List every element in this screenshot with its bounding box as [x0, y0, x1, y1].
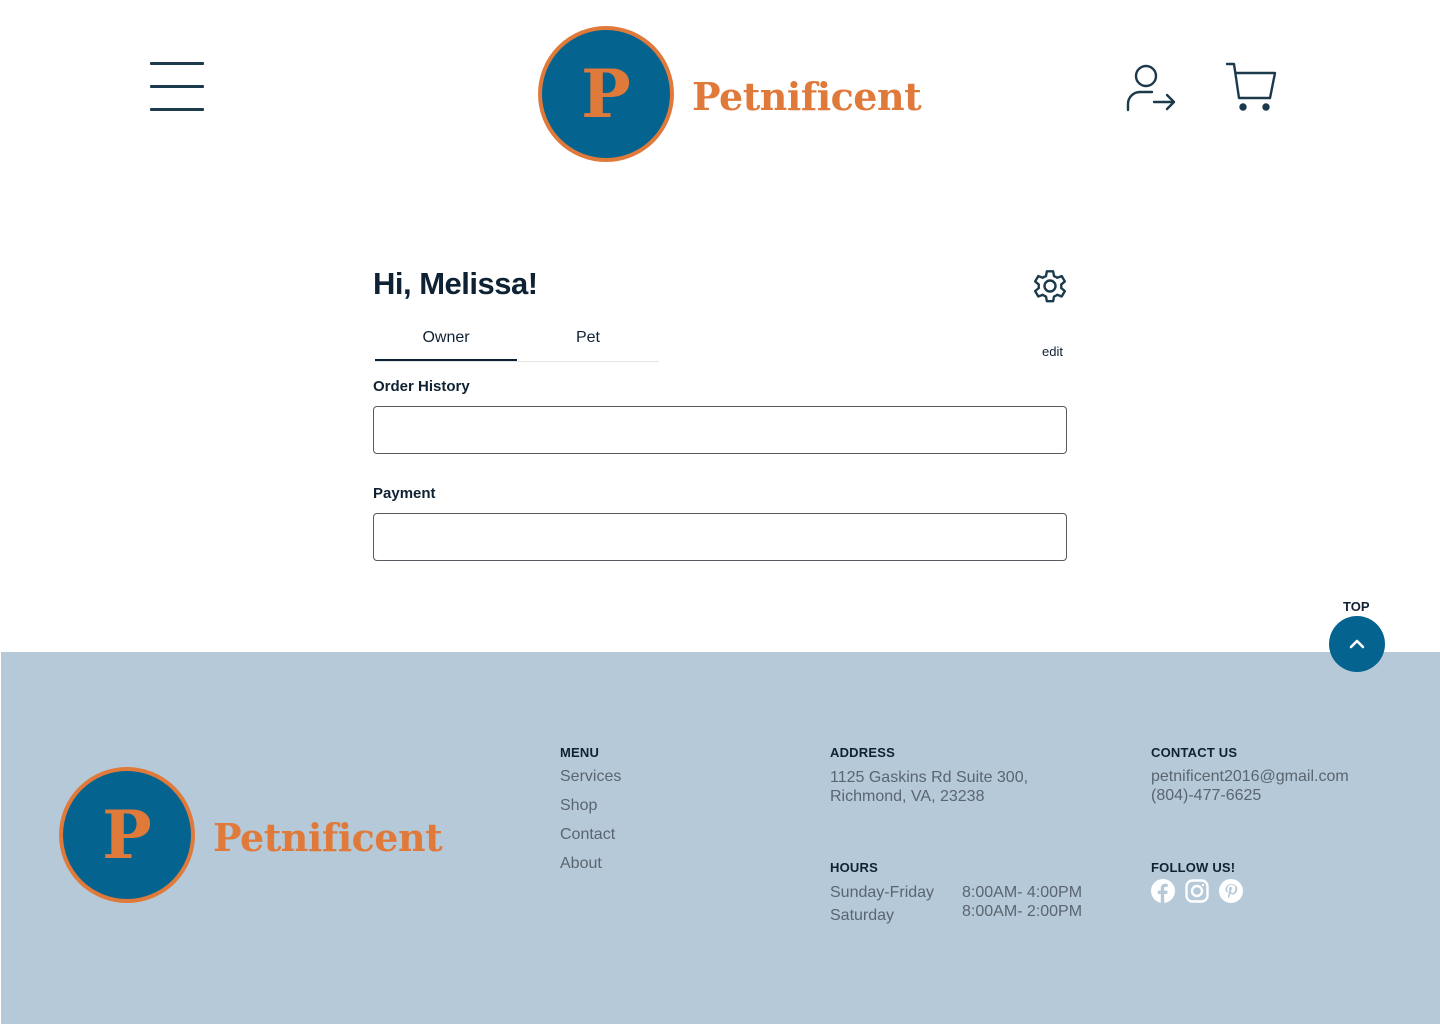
- hours-time-weekday: 8:00AM- 4:00PM: [962, 884, 1083, 901]
- hours-days-saturday: Saturday: [830, 907, 895, 924]
- contact-phone[interactable]: (804)-477-6625: [1151, 787, 1261, 805]
- footer-link-about[interactable]: About: [560, 855, 602, 873]
- footer-link-shop[interactable]: Shop: [560, 797, 597, 815]
- footer-contact-heading: CONTACT US: [1151, 745, 1238, 760]
- payment-box[interactable]: [373, 513, 1067, 561]
- instagram-icon[interactable]: [1185, 879, 1209, 903]
- tab-pet[interactable]: Pet: [517, 320, 659, 361]
- cart-icon[interactable]: [1224, 60, 1278, 114]
- logo-badge: P: [538, 26, 674, 162]
- footer-follow-heading: FOLLOW US!: [1151, 860, 1236, 875]
- payment-label: Payment: [373, 485, 436, 502]
- footer-link-services[interactable]: Services: [560, 768, 621, 786]
- login-icon[interactable]: [1124, 62, 1178, 114]
- gear-icon[interactable]: [1028, 264, 1072, 308]
- hours-days-weekday: Sunday-Friday: [830, 884, 935, 901]
- top-label: TOP: [1343, 599, 1370, 614]
- logo-badge: P: [59, 767, 195, 903]
- footer-address-heading: ADDRESS: [830, 745, 895, 760]
- logo-wordmark: Petnificent: [692, 73, 922, 119]
- greeting-heading: Hi, Melissa!: [373, 266, 538, 301]
- footer-link-contact[interactable]: Contact: [560, 826, 615, 844]
- facebook-icon[interactable]: [1151, 879, 1175, 903]
- chevron-up-icon: [1349, 639, 1365, 649]
- logo-wordmark: Petnificent: [213, 814, 443, 860]
- footer: P Petnificent MENU Services Shop Contact…: [1, 652, 1440, 1024]
- hamburger-menu-icon[interactable]: [150, 62, 204, 112]
- order-history-label: Order History: [373, 378, 470, 395]
- footer-logo[interactable]: P Petnificent: [59, 767, 443, 903]
- tab-owner[interactable]: Owner: [375, 320, 517, 361]
- edit-link[interactable]: edit: [1042, 344, 1063, 359]
- address-line-1: 1125 Gaskins Rd Suite 300,: [830, 769, 1029, 786]
- hours-time-saturday: 8:00AM- 2:00PM: [962, 903, 1083, 920]
- contact-email[interactable]: petnificent2016@gmail.com: [1151, 768, 1349, 786]
- profile-tabs: Owner Pet: [375, 320, 659, 362]
- address-line-2: Richmond, VA, 23238: [830, 788, 985, 805]
- order-history-box[interactable]: [373, 406, 1067, 454]
- social-links: [1151, 879, 1243, 903]
- header-logo[interactable]: P Petnificent: [538, 26, 922, 162]
- footer-hours-heading: HOURS: [830, 860, 878, 875]
- account-page: P Petnificent Hi, Melissa! Owner Pet edi…: [0, 0, 1440, 1024]
- footer-menu-heading: MENU: [560, 745, 600, 760]
- back-to-top-button[interactable]: [1329, 616, 1385, 672]
- pinterest-icon[interactable]: [1219, 879, 1243, 903]
